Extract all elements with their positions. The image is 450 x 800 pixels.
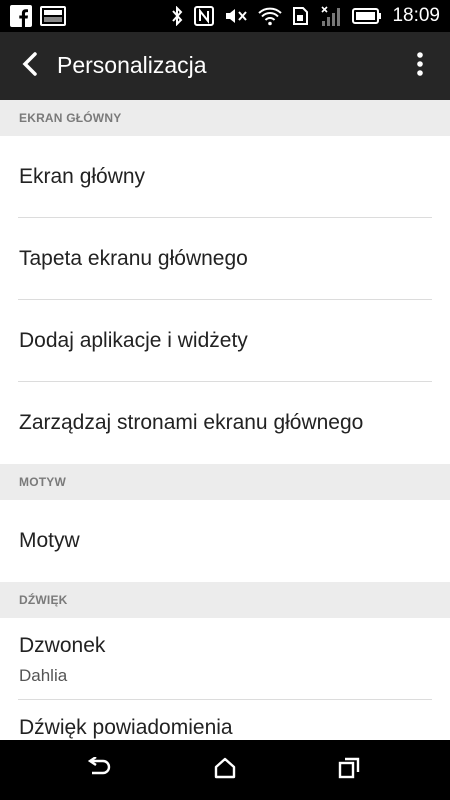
signal-icon (320, 5, 342, 27)
list-item-ringtone[interactable]: Dzwonek Dahlia (0, 618, 450, 700)
nav-home-button[interactable] (200, 752, 250, 788)
nfc-icon (194, 6, 215, 26)
mute-icon (224, 6, 248, 26)
nav-back-button[interactable] (74, 752, 124, 788)
status-bar: 18:09 (0, 0, 450, 32)
list-item-label: Dodaj aplikacje i widżety (19, 329, 248, 352)
list-item-label: Ekran główny (19, 165, 146, 188)
back-icon (86, 755, 112, 784)
list-item-manage-home-pages[interactable]: Zarządzaj stronami ekranu głównego (0, 382, 450, 464)
list-item-label: Dźwięk powiadomienia (19, 716, 233, 739)
facebook-icon (10, 5, 32, 27)
bluetooth-icon (170, 6, 184, 26)
section-header-home-screen: EKRAN GŁÓWNY (0, 100, 450, 136)
list-item-wallpaper[interactable]: Tapeta ekranu głównego (0, 218, 450, 300)
home-icon (214, 757, 236, 784)
overflow-menu-icon (416, 51, 424, 82)
sim-icon (292, 6, 310, 26)
list-item-theme[interactable]: Motyw (0, 500, 450, 582)
battery-icon (352, 8, 382, 24)
section-header-theme: MOTYW (0, 464, 450, 500)
list-item-label: Motyw (19, 529, 80, 552)
list-item-notification-sound[interactable]: Dźwięk powiadomienia (0, 700, 450, 740)
section-header-sound: DŹWIĘK (0, 582, 450, 618)
clock: 18:09 (392, 5, 440, 26)
list-item-value: Dahlia (19, 666, 68, 685)
list-item-label: Dzwonek (19, 634, 106, 657)
list-item-label: Tapeta ekranu głównego (19, 247, 248, 270)
list-item-label: Zarządzaj stronami ekranu głównego (19, 411, 364, 434)
image-icon (40, 6, 66, 26)
overflow-menu-button[interactable] (406, 46, 434, 86)
page-title: Personalizacja (57, 52, 207, 78)
settings-list[interactable]: EKRAN GŁÓWNY Ekran główny Tapeta ekranu … (0, 100, 450, 740)
list-item-add-apps-widgets[interactable]: Dodaj aplikacje i widżety (0, 300, 450, 382)
list-item-home-screen[interactable]: Ekran główny (0, 136, 450, 218)
chevron-left-icon (20, 51, 40, 82)
wifi-icon (258, 6, 283, 26)
recent-apps-icon (338, 757, 360, 784)
navigation-bar (0, 740, 450, 800)
nav-recent-apps-button[interactable] (324, 752, 374, 788)
back-button[interactable] (10, 46, 50, 86)
action-bar: Personalizacja (0, 32, 450, 100)
